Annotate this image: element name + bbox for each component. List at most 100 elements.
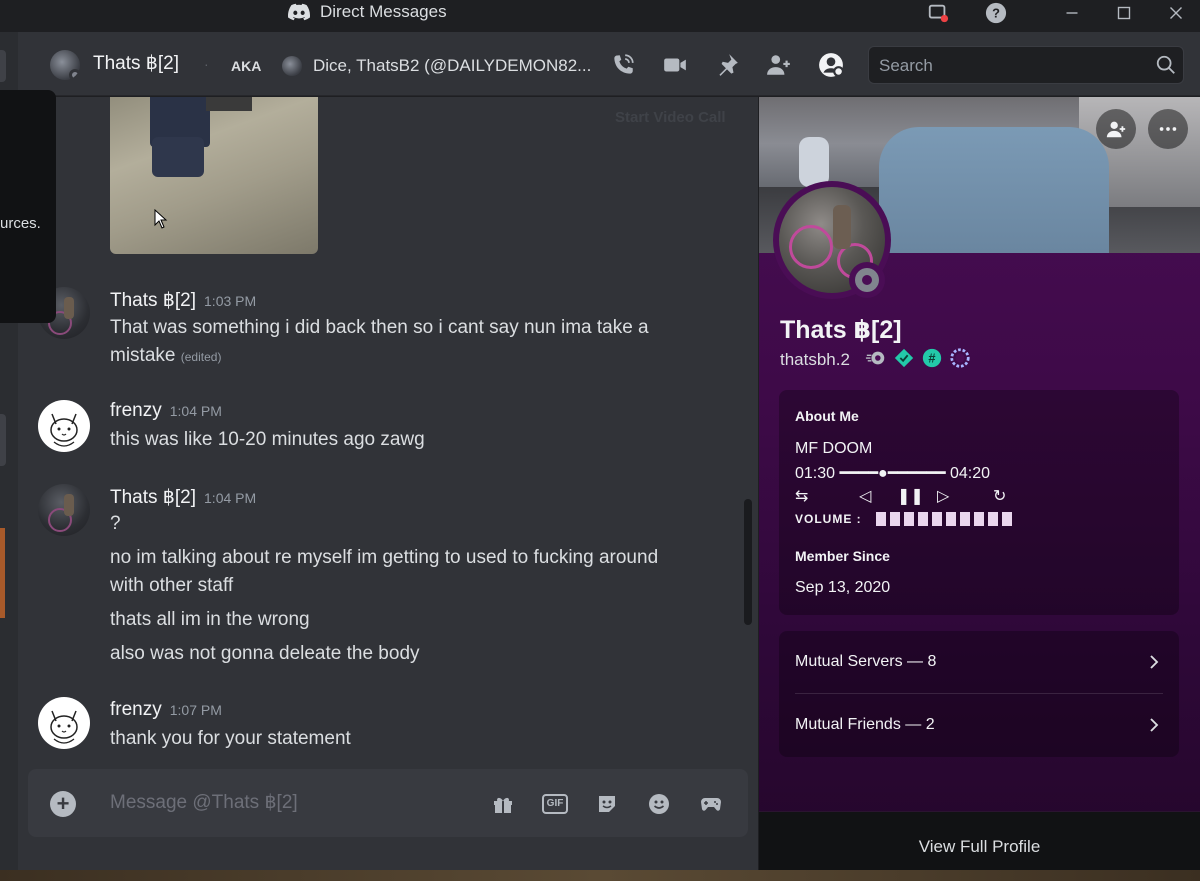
message-text: thats all im in the wrong <box>110 609 310 630</box>
message-composer: + GIF <box>28 769 748 837</box>
add-friend-button[interactable] <box>1096 109 1136 149</box>
aka-names[interactable]: Dice, ThatsB2 (@DAILYDEMON82... <box>313 56 591 76</box>
sticker-icon <box>599 796 615 812</box>
activity-button[interactable] <box>698 791 724 817</box>
gif-button[interactable]: GIF <box>541 791 569 817</box>
message-text: ? <box>110 513 121 534</box>
cat-avatar-icon <box>50 710 78 744</box>
message-text: also was not gonna deleate the body <box>110 643 420 664</box>
sticker-button[interactable] <box>594 791 620 817</box>
player-time-start: 01:30 <box>795 465 836 482</box>
emoji-icon <box>649 794 669 814</box>
help-button[interactable]: ? <box>976 0 1016 26</box>
cat-avatar-icon <box>50 413 78 447</box>
header-separator: · <box>204 56 209 72</box>
previous-icon: ◁ <box>859 488 872 505</box>
message-author[interactable]: frenzy <box>110 400 162 421</box>
mutual-friends-row[interactable]: Mutual Friends — 2 <box>795 694 1163 756</box>
message-author[interactable]: frenzy <box>110 699 162 720</box>
message-author-row: frenzy 1:04 PM <box>110 400 222 422</box>
search-input[interactable] <box>879 54 1139 78</box>
mutual-friends-label: Mutual Friends — 2 <box>795 716 935 733</box>
more-options-button[interactable] <box>1148 109 1188 149</box>
pinned-messages-button[interactable] <box>712 50 742 80</box>
profile-display-name: Thats ฿[2] <box>780 316 902 344</box>
header-username[interactable]: Thats ฿[2] <box>93 52 179 75</box>
about-me-title: About Me <box>795 408 859 424</box>
tooltip-popup: urces. <box>0 90 56 323</box>
message-timestamp: 1:04 PM <box>169 403 222 419</box>
mutual-servers-label: Mutual Servers — 8 <box>795 653 937 670</box>
shuffle-icon: ⇆ <box>795 488 809 505</box>
screen-share-button[interactable] <box>918 0 958 26</box>
video-call-button[interactable] <box>660 50 690 80</box>
message-timestamp: 1:04 PM <box>204 490 257 506</box>
user-profile-icon <box>819 53 844 77</box>
hashtag-badge-icon[interactable]: # <box>921 347 943 369</box>
message-author-row: Thats ฿[2] 1:03 PM <box>110 289 256 312</box>
message-text: this was like 10-20 minutes ago zawg <box>110 429 425 450</box>
title-brand: Direct Messages <box>288 0 447 24</box>
sidebar-notch <box>0 414 6 466</box>
chat-area: Start Video Call Thats ฿[2] 1:03 PM That … <box>18 97 758 881</box>
voice-call-icon <box>614 54 634 74</box>
message-avatar[interactable] <box>38 400 90 452</box>
search-box[interactable] <box>868 46 1184 84</box>
window-title: Direct Messages <box>320 2 447 21</box>
gift-button[interactable] <box>490 791 516 817</box>
image-attachment[interactable] <box>110 97 318 254</box>
close-button[interactable] <box>1156 0 1196 26</box>
close-icon <box>1170 7 1182 19</box>
add-friends-icon <box>767 55 790 75</box>
minimize-button[interactable] <box>1052 0 1092 26</box>
edited-label: (edited) <box>180 350 222 364</box>
upload-button[interactable]: + <box>50 791 76 817</box>
chevron-right-icon <box>1150 655 1159 669</box>
player-time-end: 04:20 <box>949 465 990 482</box>
message-author-row: Thats ฿[2] 1:04 PM <box>110 486 256 509</box>
nitro-badge-icon[interactable] <box>865 347 887 369</box>
add-friends-to-dm-button[interactable] <box>764 50 794 80</box>
sidebar-notch <box>0 50 6 82</box>
help-icon: ? <box>985 2 1007 24</box>
voice-call-button[interactable] <box>608 50 638 80</box>
emoji-button[interactable] <box>646 791 672 817</box>
boost-badge-icon[interactable] <box>893 347 915 369</box>
message-text: That was something i did back then so i … <box>110 317 649 338</box>
svg-text:?: ? <box>992 6 1000 21</box>
quest-badge-icon[interactable] <box>949 347 971 369</box>
message-text: no im talking about re myself im getting… <box>110 547 659 568</box>
gift-icon <box>494 797 512 813</box>
about-player-time-row: 01:30 ━━━━●━━━━━━ 04:20 <box>795 463 990 483</box>
title-bar: Direct Messages ? <box>0 0 1200 32</box>
maximize-button[interactable] <box>1104 0 1144 26</box>
user-profile-panel: Thats ฿[2] thatsbh.2 # About Me MF DOOM … <box>759 97 1200 881</box>
discord-logo-icon <box>288 3 310 21</box>
about-player-controls: ⇆ ◁ ❚❚ ▷ ↻ <box>795 486 1006 506</box>
message-avatar[interactable] <box>38 484 90 536</box>
chat-header: Thats ฿[2] · AKA Dice, ThatsB2 (@DAILYDE… <box>18 32 1200 96</box>
volume-bar <box>945 512 956 526</box>
activity-icon <box>701 798 721 811</box>
chat-scrollbar[interactable] <box>744 499 752 625</box>
volume-bar <box>875 512 886 526</box>
message-input[interactable] <box>110 789 470 817</box>
about-song: MF DOOM <box>795 440 873 457</box>
message-author[interactable]: Thats ฿[2] <box>110 290 196 311</box>
volume-bars <box>875 512 1012 526</box>
volume-bar <box>987 512 998 526</box>
next-icon: ▷ <box>937 488 950 505</box>
mutual-servers-row[interactable]: Mutual Servers — 8 <box>795 631 1163 693</box>
message-avatar[interactable] <box>38 697 90 749</box>
plus-icon: + <box>56 791 70 816</box>
sidebar-accent <box>0 528 5 618</box>
header-avatar[interactable] <box>50 50 80 80</box>
profile-username[interactable]: thatsbh.2 <box>780 350 850 370</box>
user-profile-toggle[interactable] <box>816 50 846 80</box>
svg-text:#: # <box>928 351 935 366</box>
profile-badges: # <box>865 347 971 369</box>
chevron-right-icon <box>1150 718 1159 732</box>
pin-icon <box>719 54 738 76</box>
member-since-title: Member Since <box>795 548 890 564</box>
message-author[interactable]: Thats ฿[2] <box>110 487 196 508</box>
